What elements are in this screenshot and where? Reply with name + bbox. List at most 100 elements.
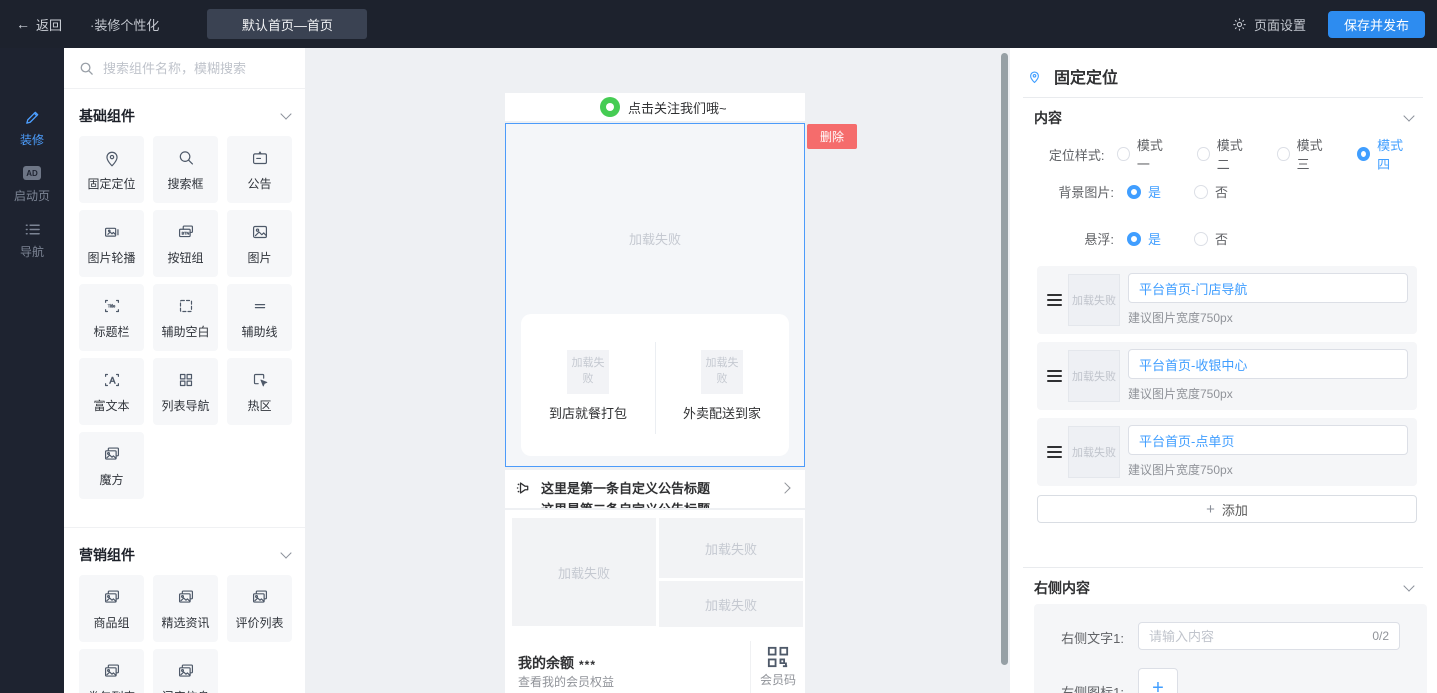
- announcement-module[interactable]: 这里是第一条自定义公告标题 这里是第二条自定义公告标题: [505, 470, 805, 508]
- icon-upload-button[interactable]: +: [1138, 668, 1178, 693]
- image-size-hint: 建议图片宽度750px: [1128, 385, 1233, 402]
- inspector-title: 固定定位: [1054, 64, 1118, 88]
- char-counter: 0/2: [1372, 629, 1389, 643]
- page-settings-button[interactable]: 页面设置: [1232, 15, 1306, 34]
- delete-module-button[interactable]: 删除: [807, 124, 857, 149]
- rail-item-decorate[interactable]: 装修: [0, 108, 64, 148]
- vertical-scrollbar[interactable]: [1001, 53, 1008, 665]
- rail-item-navigation[interactable]: 导航: [0, 220, 64, 260]
- item-image-upload[interactable]: 加载失败: [1068, 350, 1120, 402]
- gear-icon: [1232, 17, 1247, 32]
- pin-icon: [1026, 68, 1043, 85]
- content-section-header[interactable]: 内容: [1034, 108, 1413, 128]
- component-label: 辅助空白: [161, 323, 209, 340]
- section-header-marketing[interactable]: 营销组件: [64, 528, 305, 575]
- component-item-coupon-list[interactable]: 券包列表: [79, 649, 144, 693]
- right-content-section-header[interactable]: 右侧内容: [1034, 578, 1413, 598]
- list-nav-icon: [175, 369, 197, 391]
- component-item-blank-space[interactable]: 辅助空白: [153, 284, 218, 351]
- float-label: 悬浮:: [1034, 229, 1114, 248]
- component-item-button-group[interactable]: BTN 按钮组: [153, 210, 218, 277]
- drag-handle-icon[interactable]: [1047, 446, 1062, 458]
- cube-module[interactable]: 加载失败 加载失败 加载失败: [505, 510, 805, 641]
- divider-line-icon: [249, 295, 271, 317]
- follow-bar-module[interactable]: 点击关注我们哦~: [505, 93, 805, 121]
- ad-icon: AD: [23, 164, 41, 182]
- save-publish-button[interactable]: 保存并发布: [1328, 11, 1425, 38]
- section-title: 基础组件: [79, 106, 135, 126]
- component-item-carousel[interactable]: 图片轮播: [79, 210, 144, 277]
- image-stack-icon: [249, 586, 271, 608]
- member-code-section[interactable]: 会员码: [750, 641, 805, 693]
- store-nav-card: 加载失败 到店就餐打包 加载失败 外卖配送到家: [521, 314, 789, 456]
- component-item-image[interactable]: 图片: [227, 210, 292, 277]
- component-label: 搜索框: [167, 175, 203, 192]
- radio-float-yes[interactable]: 是: [1127, 229, 1161, 248]
- search-icon: [79, 61, 94, 76]
- component-item-featured-news[interactable]: 精选资讯: [153, 575, 218, 642]
- back-button[interactable]: ← 返回: [16, 15, 62, 34]
- back-label: 返回: [36, 15, 62, 34]
- cube-image-right-top: 加载失败: [659, 518, 803, 578]
- richtext-icon: A: [101, 369, 123, 391]
- right-text-input[interactable]: [1149, 629, 1372, 644]
- drag-handle-icon[interactable]: [1047, 370, 1062, 382]
- component-item-richtext[interactable]: A 富文本: [79, 358, 144, 425]
- radio-bg-no[interactable]: 否: [1194, 182, 1228, 201]
- component-label: 固定定位: [87, 175, 135, 192]
- item-link-input[interactable]: [1128, 425, 1408, 455]
- component-label: 按钮组: [167, 249, 203, 266]
- selected-fixed-position-module[interactable]: 加载失败 加载失败 到店就餐打包 加载失败 外卖配送到家: [505, 123, 805, 467]
- component-item-product-group[interactable]: 商品组: [79, 575, 144, 642]
- radio-label: 是: [1148, 229, 1161, 248]
- dine-in-cell[interactable]: 加载失败 到店就餐打包: [521, 314, 655, 456]
- image-stack-icon: [175, 660, 197, 682]
- radio-mode-4[interactable]: 模式四: [1357, 135, 1410, 173]
- component-label: 商品组: [93, 614, 129, 631]
- pencil-icon: [23, 108, 41, 126]
- item-image-upload[interactable]: 加载失败: [1068, 426, 1120, 478]
- member-rights-link[interactable]: 查看我的会员权益: [518, 673, 614, 690]
- radio-bg-yes[interactable]: 是: [1127, 182, 1161, 201]
- radio-mode-3[interactable]: 模式三: [1277, 135, 1330, 173]
- item-image-upload[interactable]: 加载失败: [1068, 274, 1120, 326]
- radio-selected-icon: [1127, 185, 1141, 199]
- drag-handle-icon[interactable]: [1047, 294, 1062, 306]
- component-label: 图片: [247, 249, 271, 266]
- component-item-hotzone[interactable]: 热区: [227, 358, 292, 425]
- component-item-list-nav[interactable]: 列表导航: [153, 358, 218, 425]
- vertical-divider: [655, 342, 656, 434]
- search-input[interactable]: [103, 61, 290, 76]
- item-link-input[interactable]: [1128, 349, 1408, 379]
- component-item-store-info[interactable]: 门店信息: [153, 649, 218, 693]
- component-item-cube[interactable]: 魔方: [79, 432, 144, 499]
- right-text-label: 右侧文字1:: [1048, 628, 1124, 647]
- delivery-cell[interactable]: 加载失败 外卖配送到家: [655, 314, 789, 456]
- component-item-search-box[interactable]: 搜索框: [153, 136, 218, 203]
- component-item-divider-line[interactable]: 辅助线: [227, 284, 292, 351]
- section-title: 营销组件: [79, 545, 135, 565]
- component-item-announcement[interactable]: 公告: [227, 136, 292, 203]
- page-tab[interactable]: 默认首页—首页: [207, 9, 367, 39]
- radio-label: 否: [1215, 229, 1228, 248]
- speaker-icon: [516, 479, 534, 497]
- component-item-fixed-position[interactable]: 固定定位: [79, 136, 144, 203]
- radio-mode-1[interactable]: 模式一: [1117, 135, 1170, 173]
- add-item-button[interactable]: + 添加: [1037, 495, 1417, 523]
- plus-icon: +: [1206, 501, 1215, 518]
- rail-item-splash[interactable]: AD 启动页: [0, 164, 64, 204]
- rail-label: 启动页: [14, 187, 50, 204]
- image-size-hint: 建议图片宽度750px: [1128, 309, 1233, 326]
- radio-mode-2[interactable]: 模式二: [1197, 135, 1250, 173]
- svg-text:A: A: [109, 375, 116, 385]
- section-header-basic[interactable]: 基础组件: [64, 89, 305, 136]
- item-link-input[interactable]: [1128, 273, 1408, 303]
- component-item-title-bar[interactable]: Title 标题栏: [79, 284, 144, 351]
- radio-icon: [1194, 185, 1208, 199]
- radio-float-no[interactable]: 否: [1194, 229, 1228, 248]
- float-row: 悬浮: 是 否: [1034, 229, 1255, 248]
- member-balance-module[interactable]: 我的余额*** 查看我的会员权益 会员码: [505, 641, 805, 693]
- component-item-review-list[interactable]: 评价列表: [227, 575, 292, 642]
- nav-item-card: 加载失败 建议图片宽度750px: [1037, 266, 1417, 334]
- pin-icon: [101, 147, 123, 169]
